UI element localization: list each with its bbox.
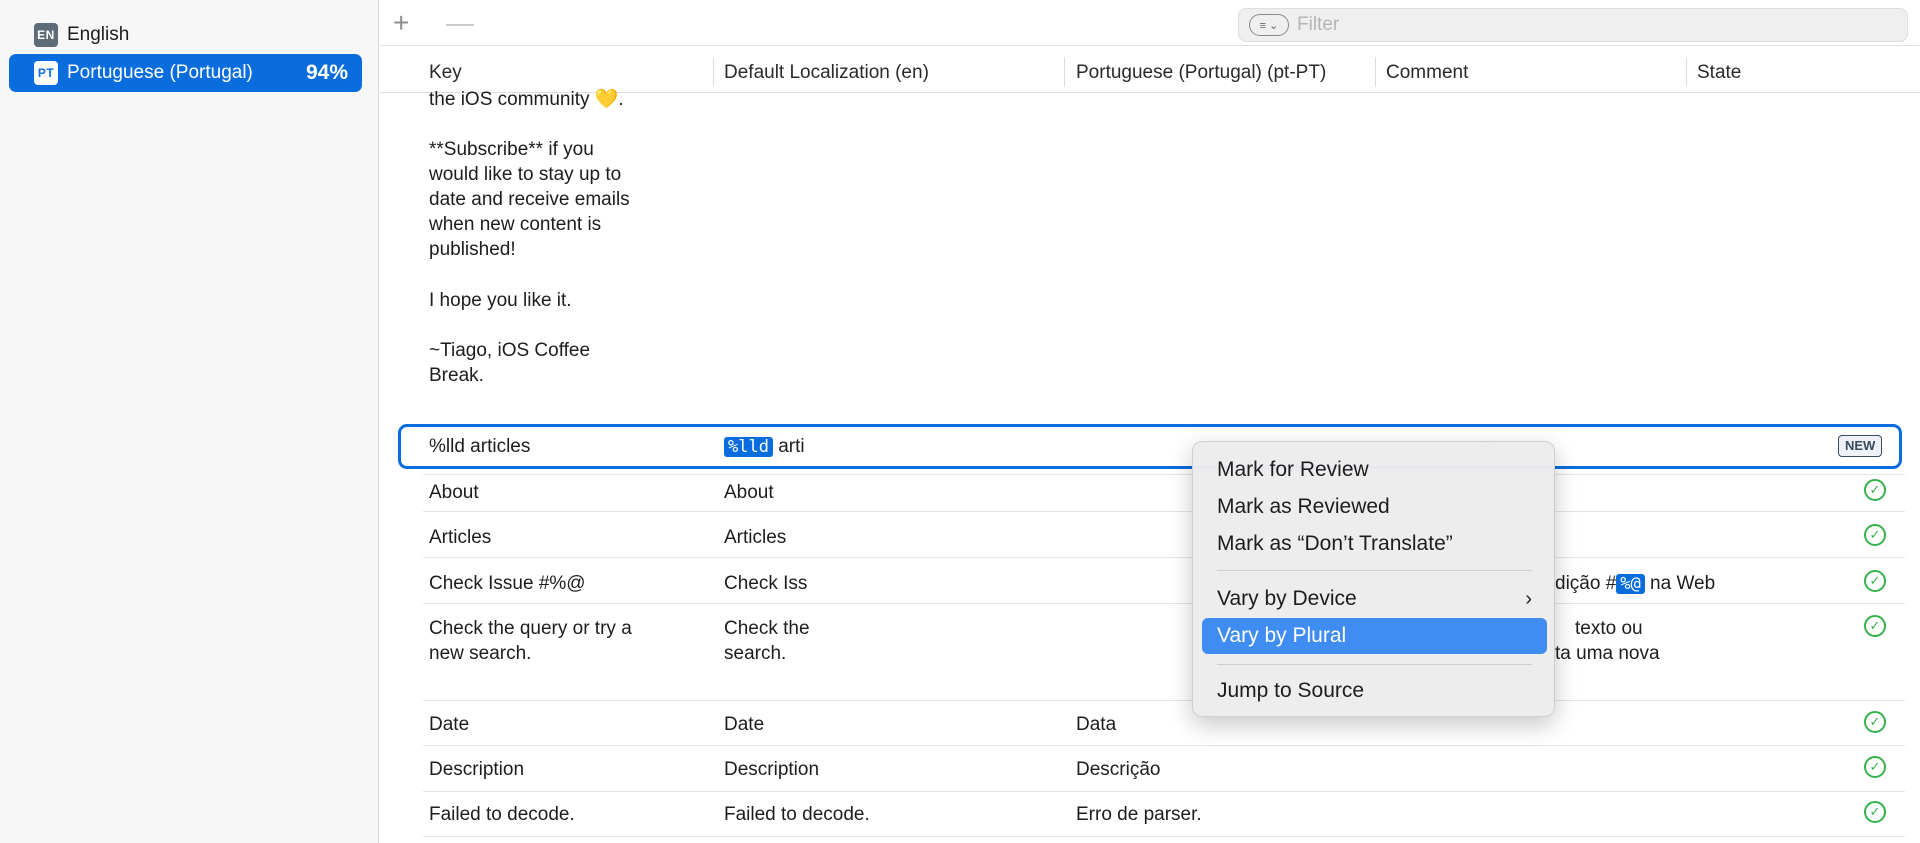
key-line: I hope you like it. <box>429 290 572 311</box>
column-divider[interactable] <box>1686 57 1687 87</box>
language-code-badge: EN <box>34 23 58 47</box>
row-divider <box>423 791 1905 792</box>
checkmark-icon: ✓ <box>1864 524 1886 546</box>
key-line: would like to stay up to <box>429 164 622 185</box>
row-divider <box>423 474 1905 475</box>
key-line: when new content is <box>429 214 602 235</box>
remove-icon[interactable]: — <box>446 8 474 38</box>
row-default-value: %lld arti <box>724 434 805 460</box>
checkmark-icon: ✓ <box>1864 756 1886 778</box>
toolbar: + — ≡ ⌄ <box>380 0 1920 46</box>
format-token: %@ <box>1616 574 1645 594</box>
checkmark-icon: ✓ <box>1864 711 1886 733</box>
key-line: ~Tiago, iOS Coffee <box>429 340 591 361</box>
row-key: About <box>429 482 479 503</box>
language-name: English <box>67 24 130 45</box>
language-name: Portuguese (Portugal) <box>67 62 253 83</box>
row-default-value: search. <box>724 643 787 664</box>
row-default-value: About <box>724 482 774 503</box>
state-new-badge: NEW <box>1838 435 1883 457</box>
checkmark-icon: ✓ <box>1864 570 1886 592</box>
key-line: **Subscribe** if you <box>429 139 594 160</box>
column-header-key[interactable]: Key <box>429 60 462 86</box>
menu-separator <box>1217 570 1532 571</box>
row-divider <box>423 700 1905 701</box>
column-divider[interactable] <box>1375 57 1376 87</box>
row-default-value: Failed to decode. <box>724 804 870 825</box>
checkmark-icon: ✓ <box>1864 615 1886 637</box>
key-line: the iOS community 💛. <box>429 89 624 110</box>
row-key: Description <box>429 759 525 780</box>
row-divider <box>423 603 1905 604</box>
filter-options-icon[interactable]: ≡ ⌄ <box>1249 14 1289 36</box>
checkmark-icon: ✓ <box>1864 801 1886 823</box>
row-divider <box>423 511 1905 512</box>
menu-item-jump-to-source[interactable]: Jump to Source <box>1202 673 1547 709</box>
menu-separator <box>1217 664 1532 665</box>
row-key: Articles <box>429 527 492 548</box>
row-key: Failed to decode. <box>429 804 575 825</box>
row-translation[interactable]: Descrição <box>1076 757 1160 782</box>
filter-field[interactable]: ≡ ⌄ <box>1238 8 1908 42</box>
sidebar: EN English PT Portuguese (Portugal) 94% <box>0 0 379 843</box>
translation-text: na Web <box>1644 573 1716 594</box>
row-translation[interactable]: ta uma nova <box>1555 641 1660 666</box>
chevron-right-icon: › <box>1525 588 1532 610</box>
add-icon[interactable]: + <box>393 8 409 38</box>
row-divider <box>423 836 1905 837</box>
row-translation[interactable]: Erro de parser. <box>1076 802 1202 827</box>
language-code-badge: PT <box>34 61 58 85</box>
column-header-state[interactable]: State <box>1697 60 1741 86</box>
menu-item-label: Vary by Device <box>1217 587 1357 610</box>
row-key: Check Issue #%@ <box>429 573 586 594</box>
key-line: published! <box>429 239 516 260</box>
row-key: Date <box>429 714 470 735</box>
context-menu: Mark for Review Mark as Reviewed Mark as… <box>1192 441 1555 717</box>
row-translation[interactable]: Data <box>1076 712 1116 737</box>
format-token: %lld <box>724 437 773 457</box>
row-default-value: Check the <box>724 618 810 639</box>
column-header-translation[interactable]: Portuguese (Portugal) (pt-PT) <box>1076 60 1326 86</box>
checkmark-icon: ✓ <box>1864 479 1886 501</box>
sidebar-item-portuguese[interactable]: PT Portuguese (Portugal) 94% <box>9 54 362 92</box>
row-translation[interactable]: texto ou <box>1575 616 1643 641</box>
row-key: %lld articles <box>429 436 531 457</box>
row-translation[interactable]: dição # %@ na Web <box>1555 571 1715 597</box>
row-divider <box>423 745 1905 746</box>
row-key: Check the query or try a <box>429 618 632 639</box>
column-header-default[interactable]: Default Localization (en) <box>724 60 929 86</box>
menu-item-mark-for-review[interactable]: Mark for Review <box>1202 452 1547 488</box>
translation-progress: 94% <box>305 61 348 84</box>
row-default-value: Description <box>724 759 820 780</box>
menu-item-vary-by-plural[interactable]: Vary by Plural <box>1202 618 1547 654</box>
filter-input[interactable] <box>1297 14 1877 36</box>
row-default-value: Date <box>724 714 765 735</box>
row-key: new search. <box>429 643 532 664</box>
default-text: arti <box>772 436 805 457</box>
key-line: Break. <box>429 365 484 386</box>
key-line: date and receive emails <box>429 189 630 210</box>
column-header-comment[interactable]: Comment <box>1386 60 1468 86</box>
sidebar-item-english[interactable]: EN English <box>9 16 362 54</box>
row-default-value: Articles <box>724 527 787 548</box>
menu-item-mark-dont-translate[interactable]: Mark as “Don’t Translate” <box>1202 526 1547 562</box>
column-divider[interactable] <box>713 57 714 87</box>
main-editor: + — ≡ ⌄ Key Default Localization (en) Po… <box>380 0 1920 843</box>
menu-item-vary-by-device[interactable]: Vary by Device › <box>1202 581 1547 617</box>
menu-item-mark-as-reviewed[interactable]: Mark as Reviewed <box>1202 489 1547 525</box>
row-default-value: Check Iss <box>724 573 808 594</box>
row-divider <box>423 557 1905 558</box>
column-divider[interactable] <box>1064 57 1065 87</box>
translation-text: dição # <box>1555 573 1617 594</box>
selected-table-row[interactable] <box>398 424 1902 469</box>
